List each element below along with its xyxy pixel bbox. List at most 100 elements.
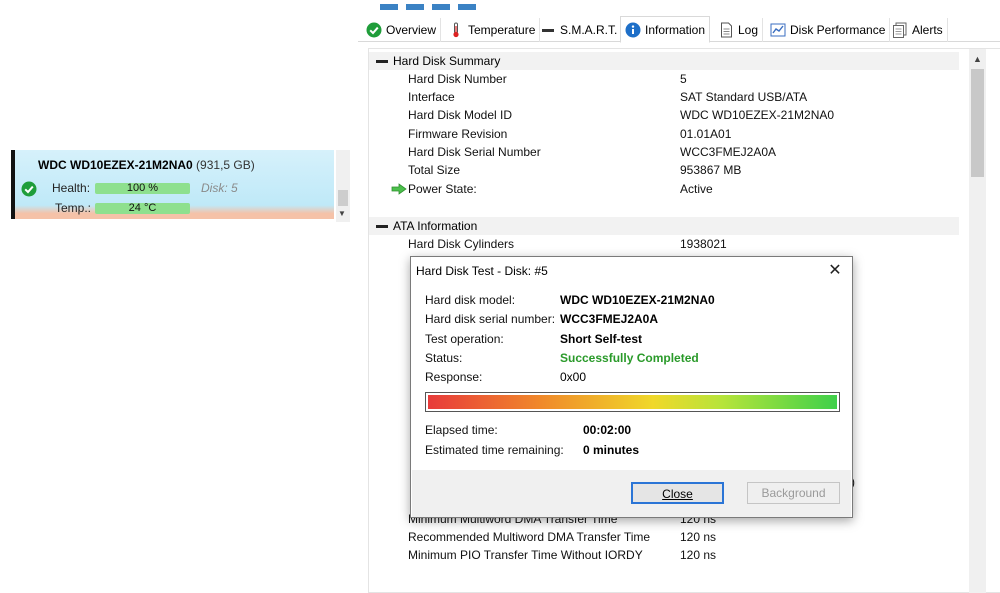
alerts-icon <box>892 22 908 38</box>
close-icon[interactable]: ✕ <box>824 260 846 282</box>
check-circle-icon <box>21 181 37 200</box>
field-label: Test operation: <box>425 332 504 346</box>
check-circle-icon <box>366 22 382 38</box>
section-title: Hard Disk Summary <box>393 54 501 68</box>
tab-disk-performance[interactable]: Disk Performance <box>766 18 891 42</box>
remaining-label: Estimated time remaining: <box>425 443 564 457</box>
info-value: WCC3FMEJ2A0A <box>680 145 777 159</box>
dash-icon <box>540 22 556 38</box>
tab-label: Log <box>738 23 759 37</box>
window-top-strip <box>358 4 1000 16</box>
field-value-status: Successfully Completed <box>560 351 699 365</box>
section-hard-disk-summary[interactable]: Hard Disk Summary <box>369 52 959 70</box>
field-label: Hard disk serial number: <box>425 312 556 326</box>
scroll-down-icon[interactable]: ▼ <box>338 209 346 218</box>
field-value-serial: WCC3FMEJ2A0A <box>560 312 659 326</box>
info-key: Hard Disk Model ID <box>408 108 513 122</box>
dialog-body: Hard disk model: WDC WD10EZEX-21M2NA0 Ha… <box>412 285 851 469</box>
info-icon <box>625 22 641 38</box>
tab-label: Disk Performance <box>790 23 886 37</box>
green-arrow-icon <box>391 183 407 198</box>
info-row[interactable]: Hard Disk Number 5 <box>369 70 959 88</box>
elapsed-label: Elapsed time: <box>425 423 498 437</box>
health-label: Health: <box>52 181 91 195</box>
tab-label: Overview <box>386 23 437 37</box>
chart-icon <box>770 22 786 38</box>
info-row[interactable]: Recommended Multiword DMA Transfer Time … <box>369 528 959 546</box>
disk-card[interactable]: WDC WD10EZEX-21M2NA0 (931,5 GB) Health: … <box>11 150 353 222</box>
field-value-response: 0x00 <box>560 370 587 384</box>
info-key: Total Size <box>408 163 461 177</box>
test-progress-fill <box>428 395 837 409</box>
collapse-icon[interactable] <box>376 60 388 63</box>
info-key: Minimum PIO Transfer Time Without IORDY <box>408 548 643 562</box>
info-value: 120 ns <box>680 530 717 544</box>
tab-label: Alerts <box>912 23 943 37</box>
disk-number: Disk: 5 <box>201 181 238 195</box>
temp-label: Temp.: <box>55 201 92 215</box>
disk-card-body[interactable]: WDC WD10EZEX-21M2NA0 (931,5 GB) Health: … <box>11 150 334 219</box>
tab-information[interactable]: Information <box>620 16 711 43</box>
field-value-model: WDC WD10EZEX-21M2NA0 <box>560 293 715 307</box>
elapsed-value: 00:02:00 <box>583 423 632 437</box>
disk-model: WDC WD10EZEX-21M2NA0 <box>38 158 193 172</box>
collapse-icon[interactable] <box>376 225 388 228</box>
remaining-value: 0 minutes <box>583 443 640 457</box>
info-value: 5 <box>680 72 687 86</box>
dialog-title: Hard Disk Test - Disk: #5 <box>416 264 548 278</box>
close-button[interactable]: Close <box>631 482 724 504</box>
info-value: 120 ns <box>680 548 717 562</box>
information-scrollbar[interactable]: ▲ <box>969 49 986 593</box>
background-button: Background <box>747 482 840 504</box>
hard-disk-test-dialog: Hard Disk Test - Disk: #5 ✕ Hard disk mo… <box>410 256 853 518</box>
info-row[interactable]: Minimum PIO Transfer Time Without IORDY … <box>369 546 959 564</box>
info-key: Hard Disk Number <box>408 72 507 86</box>
info-key: Firmware Revision <box>408 127 508 141</box>
disk-card-title: WDC WD10EZEX-21M2NA0 (931,5 GB) <box>38 158 255 172</box>
field-label: Response: <box>425 370 483 384</box>
info-value: SAT Standard USB/ATA <box>680 90 808 104</box>
close-button-label: Close <box>662 487 693 501</box>
info-value: WDC WD10EZEX-21M2NA0 <box>680 108 835 122</box>
section-ata-information[interactable]: ATA Information <box>369 217 959 235</box>
info-row[interactable]: Interface SAT Standard USB/ATA <box>369 88 959 106</box>
tab-overview[interactable]: Overview <box>362 18 442 42</box>
info-key: Power State: <box>408 182 477 196</box>
temp-bar: 24 °C <box>95 203 190 214</box>
field-value-operation: Short Self-test <box>560 332 643 346</box>
tab-bar: Overview Temperature S.M.A.R.T. Informat… <box>358 16 1000 43</box>
info-value: Active <box>680 182 713 196</box>
disk-list-scrollbar[interactable]: ▼ <box>336 150 350 222</box>
info-key: Recommended Multiword DMA Transfer Time <box>408 530 651 544</box>
info-value: 01.01A01 <box>680 127 732 141</box>
disk-list-scroll-thumb[interactable] <box>338 190 348 206</box>
tab-label: S.M.A.R.T. <box>560 23 618 37</box>
tab-temperature[interactable]: Temperature <box>444 18 541 42</box>
dialog-footer: Close Background <box>412 470 851 517</box>
info-value: 1938021 <box>680 237 727 251</box>
tab-alerts[interactable]: Alerts <box>888 18 948 42</box>
tab-smart[interactable]: S.M.A.R.T. <box>536 18 623 42</box>
info-row[interactable]: Hard Disk Model ID WDC WD10EZEX-21M2NA0 <box>369 106 959 124</box>
disk-size: (931,5 GB) <box>196 158 255 172</box>
field-label: Status: <box>425 351 463 365</box>
health-bar: 100 % <box>95 183 190 194</box>
info-key: Hard Disk Cylinders <box>408 237 515 251</box>
tab-label: Temperature <box>468 23 536 37</box>
info-row[interactable]: Hard Disk Cylinders 1938021 <box>369 235 959 253</box>
document-icon <box>718 22 734 38</box>
information-scroll-thumb[interactable] <box>971 69 984 177</box>
test-progress-bar <box>425 392 840 412</box>
tab-log[interactable]: Log <box>714 18 764 42</box>
info-row[interactable]: Firmware Revision 01.01A01 <box>369 125 959 143</box>
thermometer-icon <box>448 22 464 38</box>
tab-label: Information <box>645 22 706 37</box>
scroll-up-icon[interactable]: ▲ <box>973 54 982 64</box>
info-row-power-state[interactable]: Power State: Active <box>369 180 959 198</box>
section-title: ATA Information <box>393 219 478 233</box>
info-row[interactable]: Total Size 953867 MB <box>369 161 959 179</box>
info-key: Interface <box>408 90 455 104</box>
info-key: Hard Disk Serial Number <box>408 145 541 159</box>
info-row[interactable]: Hard Disk Serial Number WCC3FMEJ2A0A <box>369 143 959 161</box>
field-label: Hard disk model: <box>425 293 516 307</box>
